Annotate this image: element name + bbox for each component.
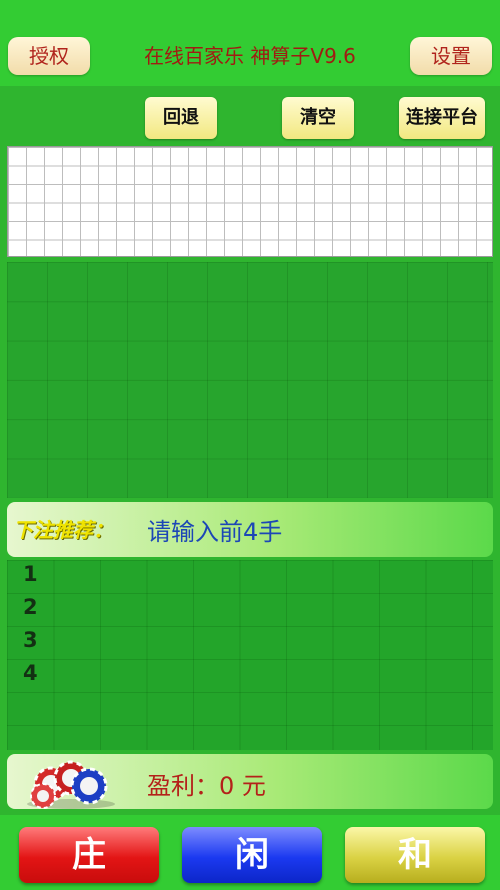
clear-button[interactable]: 清空: [282, 97, 354, 139]
undo-button[interactable]: 回退: [145, 97, 217, 139]
road-grid: [7, 146, 493, 257]
hand-number: 1: [23, 562, 38, 586]
connect-platform-button[interactable]: 连接平台: [399, 97, 485, 139]
tie-button[interactable]: 和: [345, 827, 485, 883]
banker-button[interactable]: 庄: [19, 827, 159, 883]
auth-button[interactable]: 授权: [8, 37, 90, 75]
app-title: 在线百家乐 神算子V9.6: [144, 44, 356, 68]
hand-number: 2: [23, 595, 38, 619]
player-button[interactable]: 闲: [182, 827, 322, 883]
hand-list: 1 2 3 4: [7, 560, 493, 750]
hand-number: 4: [23, 661, 38, 685]
profit-bar: 盈利：0 元: [7, 754, 493, 809]
derived-road-grid: [7, 262, 493, 498]
recommendation-bar: 下注推荐： 请输入前4手: [7, 502, 493, 557]
bet-bar: 庄 闲 和: [0, 815, 500, 890]
casino-chips-icon: [27, 760, 115, 809]
profit-text: 盈利：0 元: [147, 772, 266, 800]
recommendation-label: 下注推荐：: [13, 518, 113, 542]
settings-button[interactable]: 设置: [410, 37, 492, 75]
top-bar: 授权 在线百家乐 神算子V9.6 设置: [0, 0, 500, 86]
recommendation-text: 请输入前4手: [147, 518, 283, 546]
hand-number: 3: [23, 628, 38, 652]
